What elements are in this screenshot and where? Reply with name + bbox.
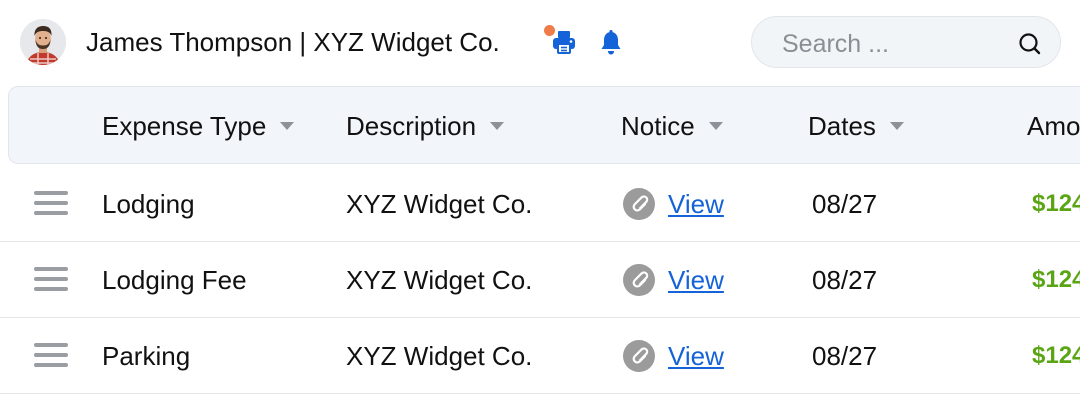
table-row[interactable]: Lodging Fee XYZ Widget Co. View 08/27 $1…	[0, 242, 1080, 318]
bell-icon	[601, 30, 621, 55]
description-cell: XYZ Widget Co.	[346, 189, 533, 219]
column-header-notice[interactable]: Notice	[621, 109, 723, 143]
printer-button[interactable]	[544, 25, 578, 56]
amount-cell: $124	[1032, 342, 1080, 369]
notification-dot	[544, 25, 555, 36]
user-avatar[interactable]	[20, 19, 66, 65]
amount-cell: $124	[1032, 266, 1080, 293]
column-label: Expense Type	[102, 110, 267, 141]
date-cell: 08/27	[812, 265, 878, 295]
link-icon	[623, 188, 655, 220]
drag-handle-icon[interactable]	[34, 267, 68, 291]
column-header-dates[interactable]: Dates	[808, 109, 904, 143]
table-row[interactable]: Parking XYZ Widget Co. View 08/27 $124	[0, 318, 1080, 394]
column-label: Amo	[1027, 110, 1080, 141]
notice-view-link[interactable]: View	[668, 242, 724, 318]
drag-handle-icon[interactable]	[34, 343, 68, 367]
sort-caret-icon	[708, 122, 723, 130]
drag-handle-icon[interactable]	[34, 191, 68, 215]
search-box	[751, 16, 1061, 68]
notifications-button[interactable]	[598, 29, 624, 57]
link-icon	[623, 340, 655, 372]
column-header-description[interactable]: Description	[346, 109, 505, 143]
link-icon	[623, 264, 655, 296]
column-header-expense-type[interactable]: Expense Type	[102, 109, 295, 143]
table-header: Expense Type Description Notice Dates Am…	[8, 86, 1080, 164]
description-cell: XYZ Widget Co.	[346, 265, 533, 295]
amount-cell: $124	[1032, 190, 1080, 217]
column-header-amount[interactable]: Amo	[1027, 109, 1080, 143]
column-label: Description	[346, 110, 477, 141]
sort-caret-icon	[280, 122, 295, 130]
sort-caret-icon	[490, 122, 505, 130]
date-cell: 08/27	[812, 341, 878, 371]
search-input[interactable]	[780, 27, 1004, 61]
notice-view-link[interactable]: View	[668, 166, 724, 242]
search-icon[interactable]	[1017, 31, 1043, 57]
sort-caret-icon	[889, 122, 904, 130]
expense-type-cell: Parking	[102, 341, 191, 371]
expense-type-cell: Lodging Fee	[102, 265, 247, 295]
column-label: Dates	[808, 110, 876, 141]
expense-type-cell: Lodging	[102, 189, 195, 219]
column-label: Notice	[621, 110, 695, 141]
table-row[interactable]: Lodging XYZ Widget Co. View 08/27 $124	[0, 166, 1080, 242]
date-cell: 08/27	[812, 189, 878, 219]
description-cell: XYZ Widget Co.	[346, 341, 533, 371]
notice-view-link[interactable]: View	[668, 318, 724, 394]
user-title: James Thompson | XYZ Widget Co.	[86, 27, 500, 57]
